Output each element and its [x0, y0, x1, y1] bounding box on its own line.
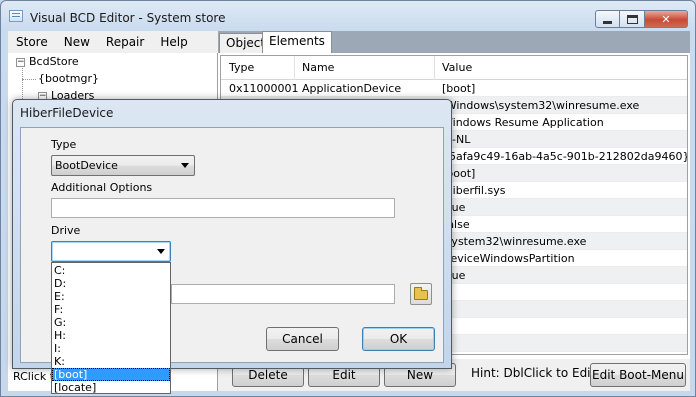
column-separator: [434, 56, 435, 80]
list-item[interactable]: E:: [52, 290, 170, 303]
list-item[interactable]: K:: [52, 355, 170, 368]
caption-buttons: ✕: [595, 10, 688, 28]
type-select[interactable]: BootDevice: [51, 155, 195, 176]
folder-icon: [414, 287, 428, 300]
type-label: Type: [51, 138, 77, 151]
cell-value: \Windows\system32\winresume.exe: [442, 99, 640, 112]
cell-value: Windows Resume Application: [442, 116, 604, 129]
app-icon: [9, 10, 23, 22]
path-input[interactable]: [171, 284, 395, 304]
drive-dropdown-list[interactable]: C: D: E: F: G: H: I: K: [boot] [locate]: [51, 262, 171, 394]
cell-value: {5afa9c49-16ab-4a5c-901b-212802da9460}: [442, 150, 688, 163]
column-header-value[interactable]: Value: [442, 61, 472, 74]
list-item[interactable]: H:: [52, 329, 170, 342]
additional-options-label: Additional Options: [51, 181, 153, 194]
title-bar[interactable]: Visual BCD Editor - System store ✕: [1, 1, 695, 31]
table-row[interactable]: 0x11000001 ApplicationDevice [boot]: [221, 80, 687, 97]
list-item[interactable]: [locate]: [52, 381, 170, 394]
tab-strip: Object Elements: [218, 31, 690, 53]
list-item[interactable]: D:: [52, 277, 170, 290]
maximize-icon: [626, 14, 638, 24]
drive-select[interactable]: [51, 241, 171, 262]
grid-header: Type Name Value: [221, 56, 687, 80]
menu-store[interactable]: Store: [8, 31, 56, 53]
browse-button[interactable]: [410, 283, 432, 305]
ok-button[interactable]: OK: [362, 327, 435, 351]
edit-boot-menu-button[interactable]: Edit Boot-Menu: [590, 363, 686, 387]
dialog-title: HiberFileDevice: [20, 106, 114, 120]
chevron-down-icon: [157, 249, 165, 254]
cell-value: \system32\winresume.exe: [442, 235, 587, 248]
menu-bar: Store New Repair Help: [8, 31, 218, 53]
list-item[interactable]: F:: [52, 303, 170, 316]
collapse-icon[interactable]: −: [16, 57, 25, 67]
cell-value: DeviceWindowsPartition: [442, 252, 575, 265]
type-select-value: BootDevice: [55, 159, 118, 172]
tree-connector: [22, 79, 36, 80]
window-title: Visual BCD Editor - System store: [30, 11, 226, 25]
cell-value: [boot]: [442, 82, 476, 95]
tab-elements[interactable]: Elements: [262, 31, 332, 53]
menu-help[interactable]: Help: [152, 31, 195, 53]
minimize-icon: [603, 20, 612, 24]
tree-item-bootmgr[interactable]: {bootmgr}: [38, 71, 99, 87]
column-header-name[interactable]: Name: [302, 61, 334, 74]
list-item-selected[interactable]: [boot]: [52, 368, 170, 381]
tree-item-bcdstore[interactable]: − BcdStore: [16, 54, 79, 70]
cell-name: ApplicationDevice: [302, 82, 402, 95]
maximize-button[interactable]: [620, 10, 645, 28]
tree-item-label: BcdStore: [29, 55, 79, 68]
chevron-down-icon: [181, 163, 189, 168]
list-item[interactable]: C:: [52, 264, 170, 277]
cell-type: 0x11000001: [229, 82, 299, 95]
menu-new[interactable]: New: [56, 31, 98, 53]
hint-text: Hint: DblClick to Edit: [471, 366, 596, 380]
menu-repair[interactable]: Repair: [98, 31, 152, 53]
minimize-button[interactable]: [595, 10, 620, 28]
tree-item-label: {bootmgr}: [38, 72, 99, 85]
list-item[interactable]: G:: [52, 316, 170, 329]
column-separator: [294, 56, 295, 80]
close-icon: ✕: [661, 12, 671, 26]
drive-label: Drive: [51, 224, 81, 237]
additional-options-input[interactable]: [51, 198, 395, 218]
cancel-button[interactable]: Cancel: [266, 327, 339, 351]
list-item[interactable]: I:: [52, 342, 170, 355]
column-header-type[interactable]: Type: [229, 61, 254, 74]
close-button[interactable]: ✕: [645, 10, 688, 28]
